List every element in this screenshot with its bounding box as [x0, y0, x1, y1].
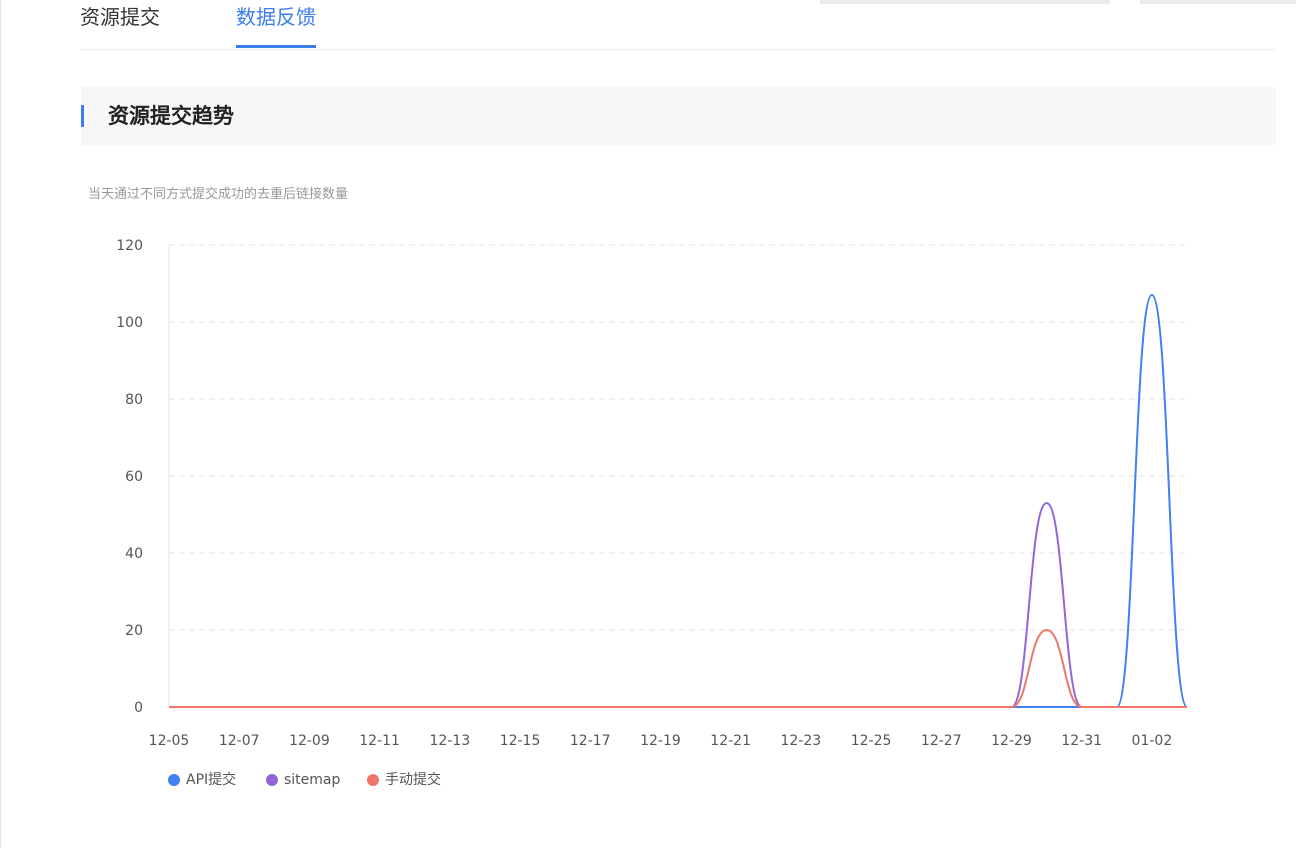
legend-label-sitemap: sitemap — [284, 772, 341, 788]
legend-label-api: API提交 — [186, 772, 237, 788]
y-tick-label: 20 — [125, 623, 143, 639]
series-line-manual — [169, 629, 1187, 708]
x-tick-label: 12-21 — [710, 733, 751, 749]
legend-dot-manual — [367, 774, 379, 786]
x-tick-label: 12-17 — [570, 733, 611, 749]
x-tick-label: 12-09 — [289, 733, 330, 749]
x-tick-label: 12-15 — [500, 733, 541, 749]
x-tick-label: 12-05 — [149, 733, 190, 749]
x-tick-label: 12-13 — [429, 733, 470, 749]
x-tick-label: 12-29 — [991, 733, 1032, 749]
x-tick-label: 12-25 — [851, 733, 892, 749]
y-tick-label: 100 — [116, 315, 143, 331]
x-tick-label: 12-11 — [359, 733, 400, 749]
x-tick-label: 12-19 — [640, 733, 681, 749]
y-tick-label: 120 — [116, 238, 143, 254]
y-tick-label: 0 — [134, 700, 143, 716]
legend-label-manual: 手动提交 — [385, 772, 441, 788]
legend-dot-sitemap — [266, 774, 278, 786]
x-tick-label: 12-31 — [1061, 733, 1102, 749]
y-tick-label: 60 — [125, 469, 143, 485]
y-tick-label: 40 — [125, 546, 143, 562]
x-tick-label: 12-07 — [219, 733, 260, 749]
x-tick-label: 12-23 — [781, 733, 822, 749]
trend-chart: 0 20 40 60 80 100 120 12-05 12-07 12-09 12-11 12-13… — [116, 238, 1188, 749]
y-tick-label: 80 — [125, 392, 143, 408]
x-tick-label: 01-02 — [1132, 733, 1173, 749]
x-tick-label: 12-27 — [921, 733, 962, 749]
legend-dot-api — [168, 774, 180, 786]
series-line-sitemap — [169, 501, 1187, 708]
